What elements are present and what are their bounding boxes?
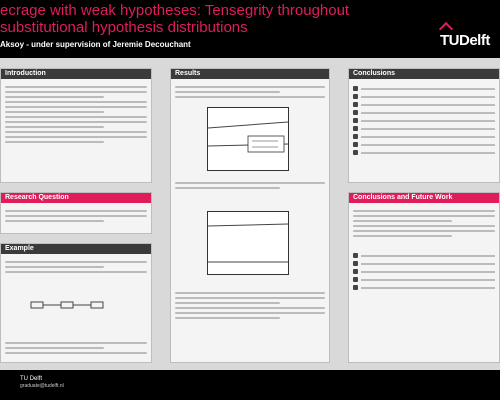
conclusions-heading: Conclusions xyxy=(349,69,499,79)
results-plot-2 xyxy=(207,211,289,275)
poster-header: ecrage with weak hypotheses: Tensegrity … xyxy=(0,0,500,58)
conclusions-panel: Conclusions xyxy=(348,68,500,183)
results-caption-2 xyxy=(175,289,325,322)
example-diagram xyxy=(30,301,104,309)
introduction-panel: Introduction xyxy=(0,68,152,183)
footer-title: TU Delft xyxy=(20,376,43,382)
conclusions-list xyxy=(349,79,499,162)
example-caption xyxy=(5,339,147,357)
example-heading: Example xyxy=(1,244,151,254)
example-body xyxy=(1,254,151,280)
poster-title: ecrage with weak hypotheses: Tensegrity … xyxy=(0,2,350,36)
introduction-heading: Introduction xyxy=(1,69,151,79)
research-question-panel: Research Question xyxy=(0,192,152,234)
results-panel: Results xyxy=(170,68,330,363)
example-panel: Example xyxy=(0,243,152,363)
results-plot-1 xyxy=(207,107,289,171)
introduction-body xyxy=(1,79,151,150)
footer-contact: graduate@tudelft.nl xyxy=(20,383,64,389)
results-text xyxy=(171,79,329,105)
tudelft-logo: TUDelft xyxy=(438,21,490,49)
results-caption-1 xyxy=(175,179,325,192)
poster-author: Aksoy - under supervision of Jeremie Dec… xyxy=(0,40,191,49)
results-heading: Results xyxy=(171,69,329,79)
future-work-heading: Conclusions and Future Work xyxy=(349,193,499,203)
research-question-body xyxy=(1,203,151,229)
future-work-body xyxy=(349,203,499,297)
poster-footer: TU Delft graduate@tudelft.nl xyxy=(0,370,500,400)
future-work-panel: Conclusions and Future Work xyxy=(348,192,500,363)
research-question-heading: Research Question xyxy=(1,193,151,203)
